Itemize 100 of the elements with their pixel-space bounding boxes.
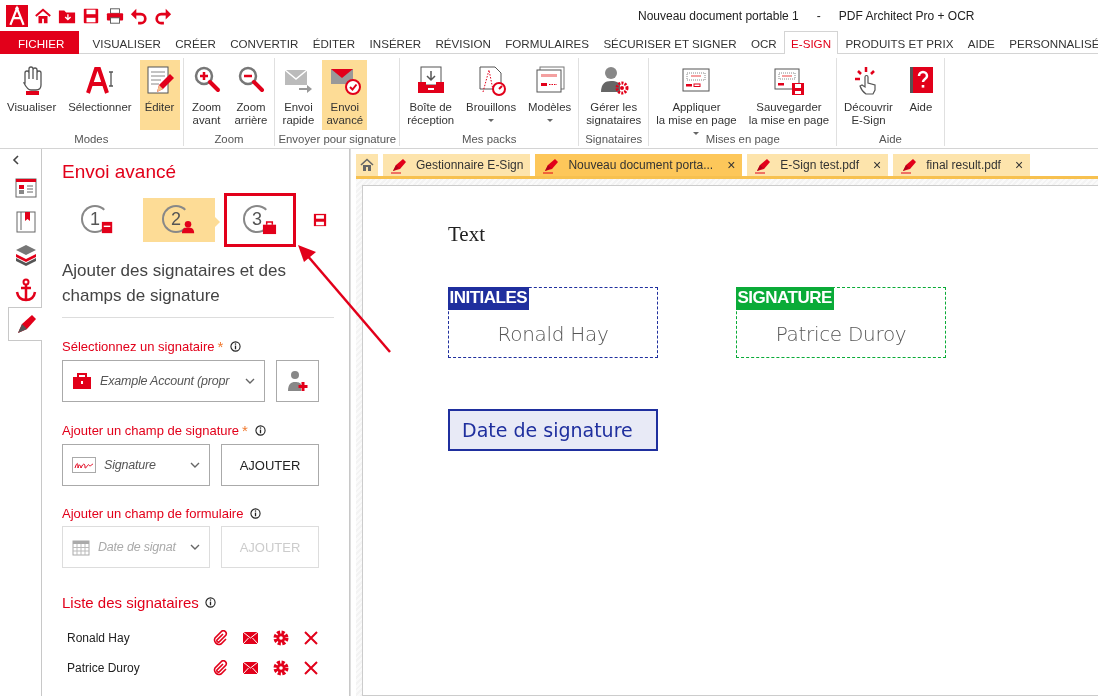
ribbon-button[interactable]: Boîte de réception <box>403 60 459 130</box>
group-label: Modes <box>73 132 110 147</box>
menu-tab[interactable]: OCR <box>743 31 784 54</box>
pen-nib-icon <box>542 156 561 174</box>
menu-tab[interactable]: VISUALISER <box>85 31 169 54</box>
envelope-icon <box>243 662 258 674</box>
menu-tab[interactable]: INSÉRER <box>362 31 429 54</box>
field-label: Ajouter un champ de signature <box>62 423 240 438</box>
window-title: Nouveau document portable 1 <box>638 8 799 23</box>
ribbon-button[interactable]: Envoi avancé <box>322 60 368 130</box>
ribbon-button[interactable]: Éditer <box>139 60 180 130</box>
paperclip-icon <box>212 630 228 646</box>
close-icon <box>304 631 318 645</box>
dropdown-field[interactable]: Example Account (propr <box>62 360 265 402</box>
text-select-icon <box>83 64 116 96</box>
add-button[interactable]: AJOUTER <box>221 444 319 486</box>
required-mark: * <box>217 338 224 355</box>
document-tab[interactable]: E-Sign test.pdf × <box>747 154 889 176</box>
ribbon-button[interactable]: Appliquer la mise en page <box>652 60 741 130</box>
ribbon-button[interactable]: Zoom arrière <box>230 60 272 130</box>
field-label: Sélectionnez un signataire <box>62 339 215 354</box>
gear-icon <box>273 660 289 676</box>
menu-tab[interactable]: E-SIGN <box>783 31 839 54</box>
person-add-icon <box>286 370 309 392</box>
ribbon-button[interactable]: Gérer les signataires <box>582 60 646 130</box>
info-icon <box>250 508 262 519</box>
group-label: Zoom <box>213 132 245 147</box>
close-icon <box>304 661 318 675</box>
signature-icon <box>72 457 96 473</box>
menu-tab[interactable]: ÉDITER <box>305 31 363 54</box>
home-icon <box>360 158 374 172</box>
ribbon-button[interactable]: Envoi rapide <box>278 60 319 130</box>
ribbon-button[interactable]: Sélectionner <box>64 60 136 130</box>
add-signer-button[interactable] <box>276 360 319 402</box>
menu-tab[interactable]: CONVERTIR <box>223 31 306 54</box>
app-logo-icon <box>6 4 28 27</box>
document-tab[interactable]: Gestionnaire E-Sign <box>383 154 531 176</box>
initials-field[interactable]: INITIALES Ronald Hay <box>448 287 658 358</box>
signer-name: Ronald Hay <box>67 631 131 645</box>
signer-name: Ronald Hay <box>497 322 609 346</box>
home-tab[interactable] <box>356 154 378 176</box>
group-label: Signataires <box>584 132 644 147</box>
gear-icon <box>273 630 289 646</box>
ribbon-button[interactable]: Zoom avant <box>186 60 227 130</box>
menu-tab[interactable]: AIDE <box>960 31 1003 54</box>
document-tab[interactable]: final result.pdf × <box>893 154 1031 176</box>
menu-tab[interactable]: PRODUITS ET PRIX <box>838 31 961 54</box>
menu-tab[interactable]: CRÉER <box>168 31 224 54</box>
group-label: Envoyer pour signature <box>278 132 397 147</box>
briefcase-icon <box>72 373 92 389</box>
section-subtitle: Ajouter des signataires et des champs de signature <box>62 258 334 318</box>
person-icon <box>181 220 196 235</box>
anchor-icon <box>13 278 38 302</box>
info-icon <box>204 597 216 608</box>
group-label: Mes packs <box>460 132 518 147</box>
signer-name: Patrice Duroy <box>67 661 141 675</box>
step-tab[interactable]: 1 <box>62 198 134 242</box>
chevron-icon <box>190 462 200 468</box>
title-separator: - <box>816 8 821 23</box>
close-tab-button[interactable]: × <box>1014 157 1024 173</box>
close-tab-button[interactable]: × <box>727 157 736 173</box>
chevron-icon <box>245 378 255 384</box>
signature-field[interactable]: SIGNATURE Patrice Duroy <box>736 287 946 358</box>
menu-tab[interactable]: FORMULAIRES <box>498 31 597 54</box>
signer-name: Patrice Duroy <box>775 322 907 346</box>
info-icon <box>230 341 242 352</box>
field-tag: SIGNATURE <box>735 286 834 310</box>
side-tab[interactable] <box>8 307 42 341</box>
menu-tab[interactable]: PERSONNALISÉ <box>1002 31 1098 54</box>
calendar-icon <box>72 538 90 556</box>
document-tab[interactable]: Nouveau document porta... × <box>535 154 743 176</box>
page-layout-icon <box>13 176 38 200</box>
group-label: Mises en page <box>704 132 781 147</box>
menu-tab[interactable]: FICHIER <box>0 31 80 54</box>
briefcase-icon <box>262 220 277 235</box>
chevron-icon <box>190 544 200 550</box>
home-icon <box>34 6 52 25</box>
menu-tab[interactable]: SÉCURISER ET SIGNER <box>596 31 744 54</box>
bookmark-icon <box>13 210 38 234</box>
dropdown-field[interactable]: Signature <box>62 444 210 486</box>
ribbon-button[interactable]: Découvrir E-Sign <box>840 60 897 130</box>
layers-icon <box>13 244 38 268</box>
template-icon <box>533 64 566 96</box>
close-tab-button[interactable]: × <box>873 157 882 173</box>
info-icon <box>254 425 266 436</box>
required-mark: * <box>242 422 248 439</box>
ribbon-button[interactable]: Sauvegarder la mise en page <box>744 60 834 130</box>
ribbon-button[interactable]: Brouillons <box>462 60 521 130</box>
envelope-icon <box>243 632 258 644</box>
menu-tab[interactable]: RÉVISION <box>428 31 499 54</box>
collapse-icon <box>11 155 20 165</box>
field-label: Ajouter un champ de formulaire <box>62 506 244 521</box>
ribbon-button[interactable]: Visualiser <box>3 60 61 130</box>
step-tab[interactable]: 3 <box>224 193 296 247</box>
ribbon-button[interactable]: Modèles <box>524 60 576 130</box>
group-label: Aide <box>878 132 903 147</box>
ribbon-button[interactable]: Aide <box>900 60 941 130</box>
date-field[interactable]: Date de signature <box>448 409 658 451</box>
save-icon <box>82 6 100 25</box>
field-tag: INITIALES <box>447 286 530 310</box>
